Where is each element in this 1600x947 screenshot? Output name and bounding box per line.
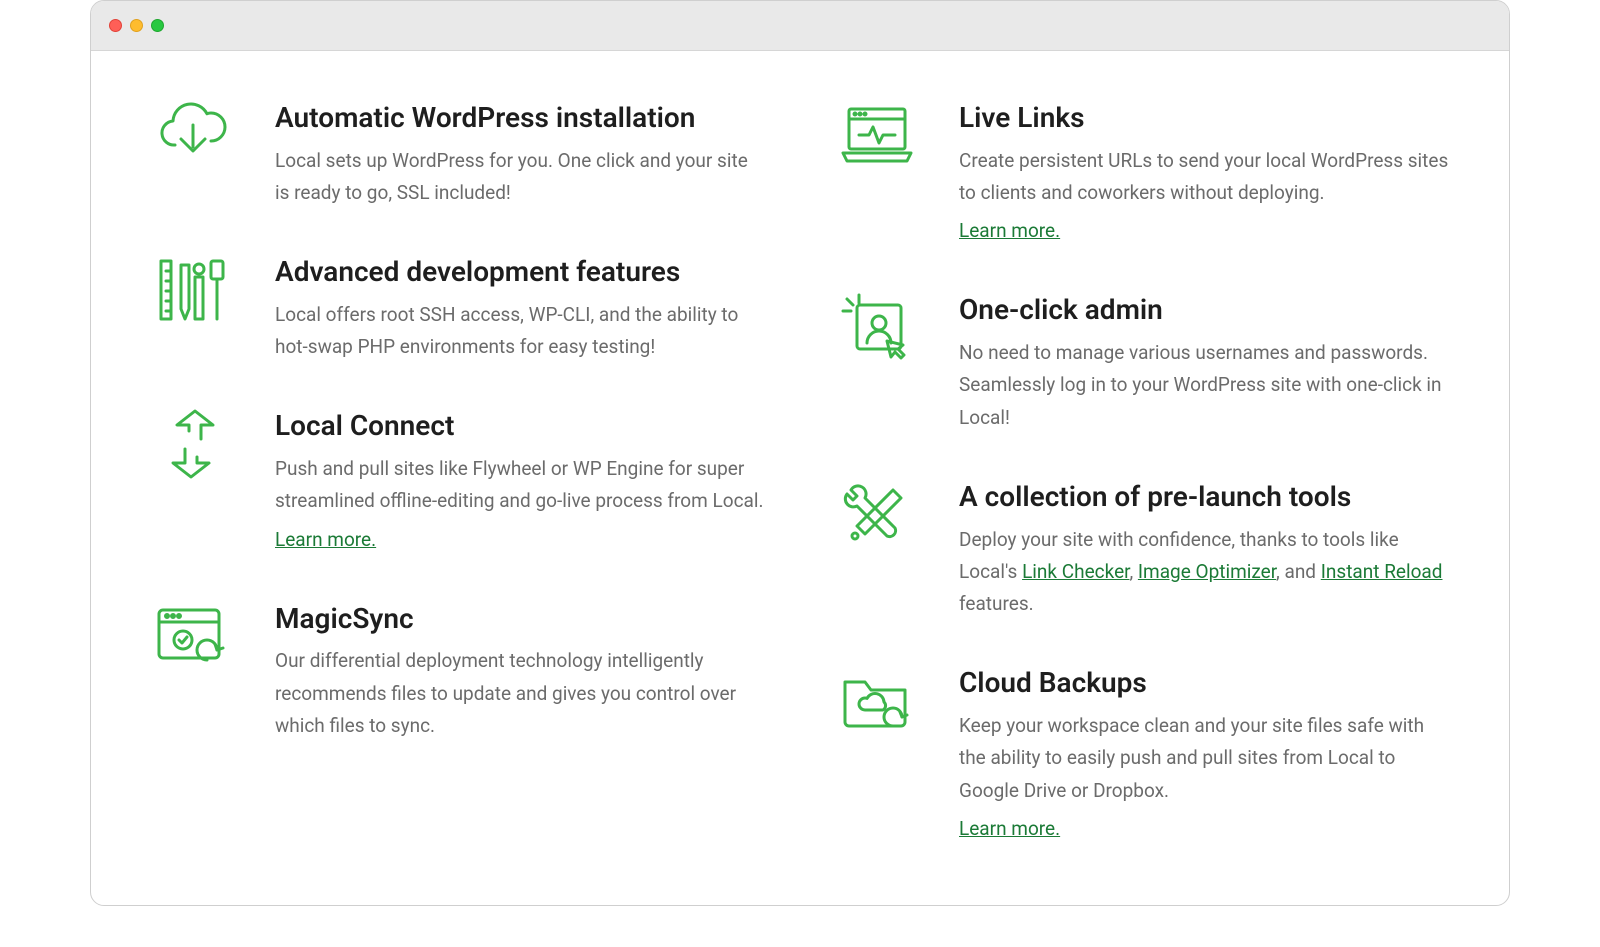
link-checker-link[interactable]: Link Checker bbox=[1022, 560, 1129, 583]
cloud-download-icon bbox=[151, 101, 235, 171]
close-window-dot[interactable] bbox=[109, 19, 122, 32]
laptop-pulse-icon bbox=[835, 101, 919, 171]
feature-title: A collection of pre-launch tools bbox=[959, 480, 1449, 514]
feature-desc: Create persistent URLs to send your loca… bbox=[959, 145, 1449, 248]
window-titlebar bbox=[91, 1, 1509, 51]
folder-cloud-sync-icon bbox=[835, 666, 919, 736]
feature-live-links: Live Links Create persistent URLs to sen… bbox=[835, 101, 1449, 247]
feature-desc: No need to manage various usernames and … bbox=[959, 337, 1449, 434]
feature-desc-text: Keep your workspace clean and your site … bbox=[959, 714, 1424, 802]
feature-local-connect: Local Connect Push and pull sites like F… bbox=[151, 409, 765, 555]
feature-title: One-click admin bbox=[959, 293, 1449, 327]
feature-dev-features: Advanced development features Local offe… bbox=[151, 255, 765, 363]
feature-cloud-backups: Cloud Backups Keep your workspace clean … bbox=[835, 666, 1449, 845]
learn-more-link[interactable]: Learn more. bbox=[959, 215, 1060, 247]
feature-desc-text: Create persistent URLs to send your loca… bbox=[959, 149, 1448, 204]
feature-desc: Deploy your site with confidence, thanks… bbox=[959, 524, 1449, 621]
feature-auto-install: Automatic WordPress installation Local s… bbox=[151, 101, 765, 209]
feature-title: Automatic WordPress installation bbox=[275, 101, 765, 135]
feature-desc: Keep your workspace clean and your site … bbox=[959, 710, 1449, 845]
feature-title: Local Connect bbox=[275, 409, 765, 443]
features-right-column: Live Links Create persistent URLs to sen… bbox=[835, 101, 1449, 845]
ruler-tools-icon bbox=[151, 255, 235, 325]
learn-more-link[interactable]: Learn more. bbox=[959, 813, 1060, 845]
features-left-column: Automatic WordPress installation Local s… bbox=[151, 101, 765, 845]
app-window: Automatic WordPress installation Local s… bbox=[90, 0, 1510, 906]
minimize-window-dot[interactable] bbox=[130, 19, 143, 32]
feature-one-click-admin: One-click admin No need to manage variou… bbox=[835, 293, 1449, 433]
user-click-icon bbox=[835, 293, 919, 363]
feature-desc: Push and pull sites like Flywheel or WP … bbox=[275, 453, 765, 556]
wrench-screwdriver-icon bbox=[835, 480, 919, 550]
feature-desc-text: Push and pull sites like Flywheel or WP … bbox=[275, 457, 763, 512]
feature-desc: Local offers root SSH access, WP-CLI, an… bbox=[275, 299, 765, 364]
maximize-window-dot[interactable] bbox=[151, 19, 164, 32]
sync-arrows-icon bbox=[151, 409, 235, 479]
instant-reload-link[interactable]: Instant Reload bbox=[1321, 560, 1443, 583]
feature-prelaunch-tools: A collection of pre-launch tools Deploy … bbox=[835, 480, 1449, 620]
feature-title: MagicSync bbox=[275, 602, 765, 636]
features-grid: Automatic WordPress installation Local s… bbox=[91, 51, 1509, 905]
browser-sync-icon bbox=[151, 602, 235, 672]
feature-desc: Local sets up WordPress for you. One cli… bbox=[275, 145, 765, 210]
feature-title: Live Links bbox=[959, 101, 1449, 135]
feature-magicsync: MagicSync Our differential deployment te… bbox=[151, 602, 765, 742]
image-optimizer-link[interactable]: Image Optimizer bbox=[1138, 560, 1276, 583]
learn-more-link[interactable]: Learn more. bbox=[275, 524, 376, 556]
feature-desc: Our differential deployment technology i… bbox=[275, 645, 765, 742]
feature-title: Cloud Backups bbox=[959, 666, 1449, 700]
feature-title: Advanced development features bbox=[275, 255, 765, 289]
